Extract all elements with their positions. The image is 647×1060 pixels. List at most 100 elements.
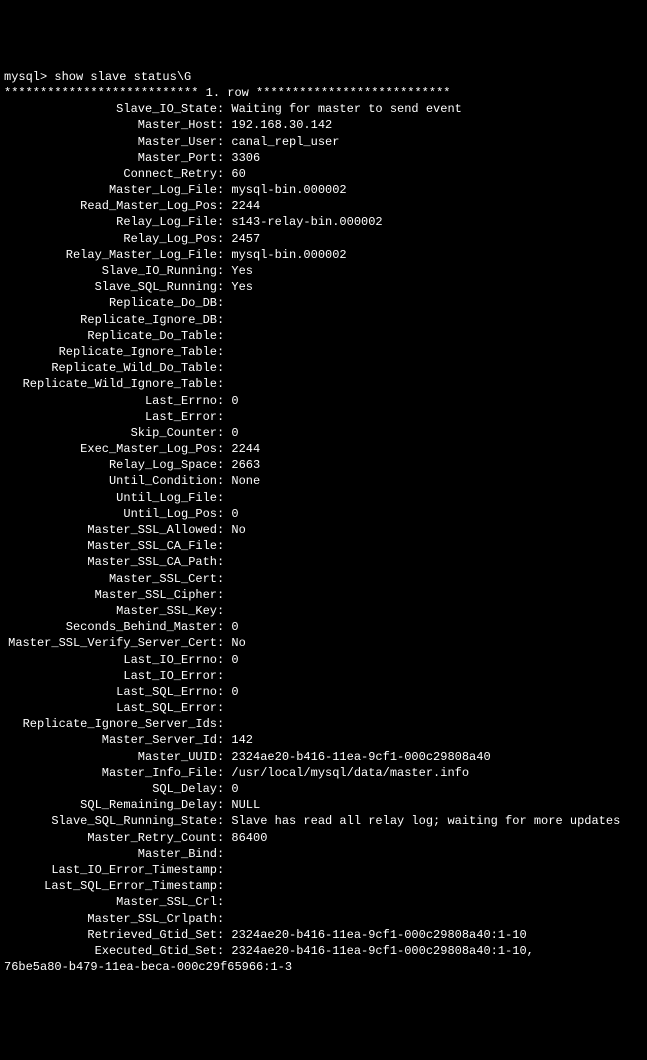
field-colon: :: [217, 426, 231, 440]
field-label: Slave_SQL_Running: [4, 279, 217, 295]
gtid-continuation: 76be5a80-b479-11ea-beca-000c29f65966:1-3: [4, 960, 292, 974]
field-label: Last_SQL_Error: [4, 700, 217, 716]
status-row: Until_Condition: None: [4, 473, 643, 489]
status-row: Master_Log_File: mysql-bin.000002: [4, 182, 643, 198]
status-row: Slave_SQL_Running: Yes: [4, 279, 643, 295]
status-row: Master_Retry_Count: 86400: [4, 830, 643, 846]
status-row: Master_SSL_CA_Path:: [4, 554, 643, 570]
field-label: Master_SSL_Cipher: [4, 587, 217, 603]
field-colon: :: [217, 750, 231, 764]
field-value: 0: [231, 653, 238, 667]
status-row: Last_IO_Error:: [4, 668, 643, 684]
field-value: 0: [231, 685, 238, 699]
field-colon: :: [217, 491, 231, 505]
status-row: Master_Server_Id: 142: [4, 732, 643, 748]
field-label: Replicate_Do_DB: [4, 295, 217, 311]
status-row: Last_SQL_Errno: 0: [4, 684, 643, 700]
field-label: Master_Server_Id: [4, 732, 217, 748]
status-row: Master_SSL_Crlpath:: [4, 911, 643, 927]
status-row: Slave_SQL_Running_State: Slave has read …: [4, 813, 643, 829]
status-row: Relay_Log_Pos: 2457: [4, 231, 643, 247]
field-colon: :: [217, 442, 231, 456]
field-value: 2324ae20-b416-11ea-9cf1-000c29808a40: [231, 750, 490, 764]
status-row: Replicate_Wild_Do_Table:: [4, 360, 643, 376]
status-row: Executed_Gtid_Set: 2324ae20-b416-11ea-9c…: [4, 943, 643, 959]
field-colon: :: [217, 555, 231, 569]
field-colon: :: [217, 847, 231, 861]
field-colon: :: [217, 636, 231, 650]
status-row: Master_SSL_Cert:: [4, 571, 643, 587]
status-row: Master_SSL_Crl:: [4, 894, 643, 910]
status-row: Master_User: canal_repl_user: [4, 134, 643, 150]
field-label: Master_SSL_Verify_Server_Cert: [4, 635, 217, 651]
field-label: Last_IO_Errno: [4, 652, 217, 668]
field-colon: :: [217, 572, 231, 586]
status-row: Read_Master_Log_Pos: 2244: [4, 198, 643, 214]
field-value: mysql-bin.000002: [231, 183, 346, 197]
field-label: Until_Log_File: [4, 490, 217, 506]
status-row: SQL_Remaining_Delay: NULL: [4, 797, 643, 813]
field-colon: :: [217, 151, 231, 165]
status-fields: Slave_IO_State: Waiting for master to se…: [4, 101, 643, 959]
field-label: Master_Port: [4, 150, 217, 166]
field-colon: :: [217, 167, 231, 181]
field-colon: :: [217, 782, 231, 796]
field-colon: :: [217, 701, 231, 715]
field-colon: :: [217, 912, 231, 926]
field-label: Last_IO_Error_Timestamp: [4, 862, 217, 878]
field-value: 2244: [231, 199, 260, 213]
field-label: Until_Condition: [4, 473, 217, 489]
status-row: Master_SSL_CA_File:: [4, 538, 643, 554]
status-row: Master_SSL_Key:: [4, 603, 643, 619]
status-row: Last_Errno: 0: [4, 393, 643, 409]
field-colon: :: [217, 361, 231, 375]
field-label: Master_SSL_CA_Path: [4, 554, 217, 570]
field-value: No: [231, 636, 245, 650]
field-colon: :: [217, 313, 231, 327]
status-row: Replicate_Ignore_DB:: [4, 312, 643, 328]
field-colon: :: [217, 135, 231, 149]
field-label: Master_SSL_Cert: [4, 571, 217, 587]
field-colon: :: [217, 474, 231, 488]
field-label: Until_Log_Pos: [4, 506, 217, 522]
field-value: 60: [231, 167, 245, 181]
field-label: Master_Log_File: [4, 182, 217, 198]
field-colon: :: [217, 863, 231, 877]
field-colon: :: [217, 539, 231, 553]
status-row: Master_UUID: 2324ae20-b416-11ea-9cf1-000…: [4, 749, 643, 765]
field-value: NULL: [231, 798, 260, 812]
field-colon: :: [217, 280, 231, 294]
field-colon: :: [217, 215, 231, 229]
field-colon: :: [217, 766, 231, 780]
field-label: Master_SSL_Crl: [4, 894, 217, 910]
field-value: 2324ae20-b416-11ea-9cf1-000c29808a40:1-1…: [231, 928, 526, 942]
status-row: Master_Port: 3306: [4, 150, 643, 166]
field-colon: :: [217, 102, 231, 116]
field-label: Master_Retry_Count: [4, 830, 217, 846]
field-label: Slave_IO_Running: [4, 263, 217, 279]
field-value: Yes: [231, 264, 253, 278]
mysql-prompt: mysql> show slave status\G: [4, 70, 191, 84]
field-value: 2324ae20-b416-11ea-9cf1-000c29808a40:1-1…: [231, 944, 533, 958]
field-label: Relay_Log_Space: [4, 457, 217, 473]
field-value: Waiting for master to send event: [231, 102, 461, 116]
status-row: Last_IO_Error_Timestamp:: [4, 862, 643, 878]
field-value: /usr/local/mysql/data/master.info: [231, 766, 469, 780]
field-colon: :: [217, 588, 231, 602]
status-row: Replicate_Do_DB:: [4, 295, 643, 311]
field-colon: :: [217, 264, 231, 278]
field-value: Slave has read all relay log; waiting fo…: [231, 814, 620, 828]
field-label: Master_UUID: [4, 749, 217, 765]
field-colon: :: [217, 183, 231, 197]
field-value: 192.168.30.142: [231, 118, 332, 132]
field-label: Master_Host: [4, 117, 217, 133]
status-row: Master_SSL_Verify_Server_Cert: No: [4, 635, 643, 651]
field-colon: :: [217, 232, 231, 246]
field-colon: :: [217, 814, 231, 828]
status-row: Last_IO_Errno: 0: [4, 652, 643, 668]
field-label: Executed_Gtid_Set: [4, 943, 217, 959]
status-row: Last_SQL_Error_Timestamp:: [4, 878, 643, 894]
field-colon: :: [217, 410, 231, 424]
status-row: Master_Bind:: [4, 846, 643, 862]
field-label: Seconds_Behind_Master: [4, 619, 217, 635]
